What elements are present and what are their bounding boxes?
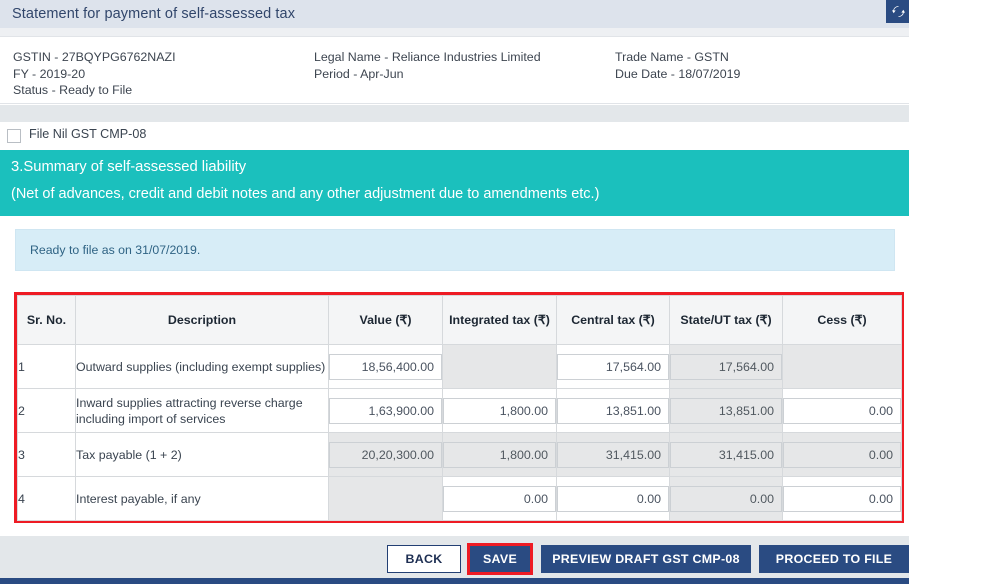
back-button[interactable]: BACK <box>387 545 461 573</box>
cell-cess: 0.00 <box>782 476 902 521</box>
info-trade-name: Trade Name - GSTN <box>615 50 729 64</box>
save-button-wrapper: SAVE <box>467 543 533 575</box>
cell-integrated-tax: 1,800.00 <box>442 432 557 477</box>
section-heading-banner: 3.Summary of self-assessed liability (Ne… <box>0 150 909 216</box>
col-cess: Cess (₹) <box>782 295 902 345</box>
cell-integrated-tax-disabled <box>442 344 557 389</box>
col-central-tax: Central tax (₹) <box>556 295 670 345</box>
status-notice-text: Ready to file as on 31/07/2019. <box>30 243 201 257</box>
table-body: 1 Outward supplies (including exempt supp… <box>17 344 902 521</box>
cell-sr-no: 4 <box>17 476 76 521</box>
info-legal-name: Legal Name - Reliance Industries Limited <box>314 50 541 64</box>
status-notice: Ready to file as on 31/07/2019. <box>15 229 895 271</box>
cell-integrated-tax: 0.00 <box>442 476 557 521</box>
cell-state-ut-tax: 0.00 <box>669 476 783 521</box>
nil-filing-row: File Nil GST CMP-08 <box>0 122 909 150</box>
readonly-integrated-tax: 1,800.00 <box>443 441 556 468</box>
col-integrated-tax: Integrated tax (₹) <box>442 295 557 345</box>
liability-table-container: Sr. No. Description Value (₹) Integrated… <box>14 292 904 523</box>
cell-sr-no: 3 <box>17 432 76 477</box>
col-sr-no: Sr. No. <box>17 295 76 345</box>
info-column-gstin: GSTIN - 27BQYPG6762NAZI FY - 2019-20 Sta… <box>13 49 176 99</box>
liability-table: Sr. No. Description Value (₹) Integrated… <box>17 295 902 521</box>
cell-central-tax: 0.00 <box>556 476 670 521</box>
readonly-cess: 0.00 <box>783 441 901 468</box>
section-subheading: (Net of advances, credit and debit notes… <box>11 186 600 202</box>
info-period: Period - Apr-Jun <box>314 66 404 81</box>
cell-state-ut-tax: 17,564.00 <box>669 344 783 389</box>
info-column-trade: Trade Name - GSTN Due Date - 18/07/2019 <box>615 49 740 82</box>
input-integrated-tax[interactable]: 1,800.00 <box>443 397 556 424</box>
input-integrated-tax[interactable]: 0.00 <box>443 485 556 512</box>
page-title: Statement for payment of self-assessed t… <box>12 6 296 22</box>
info-fy: FY - 2019-20 <box>13 66 86 81</box>
cell-cess-disabled <box>782 344 902 389</box>
readonly-state-ut-tax: 13,851.00 <box>670 397 782 424</box>
table-row: 3 Tax payable (1 + 2) 20,20,300.00 1,800.00… <box>17 432 902 477</box>
save-button[interactable]: SAVE <box>467 543 533 575</box>
cell-description: Interest payable, if any <box>75 476 329 521</box>
refresh-button[interactable] <box>886 0 910 23</box>
cell-central-tax: 17,564.00 <box>556 344 670 389</box>
cell-value: 20,20,300.00 <box>328 432 443 477</box>
cell-description: Outward supplies (including exempt suppl… <box>75 344 329 389</box>
cell-state-ut-tax: 13,851.00 <box>669 388 783 433</box>
cell-value: 18,56,400.00 <box>328 344 443 389</box>
col-description: Description <box>75 295 329 345</box>
table-row: 2 Inward supplies attracting reverse char… <box>17 388 902 433</box>
page-header: Statement for payment of self-assessed t… <box>0 0 909 28</box>
cell-state-ut-tax: 31,415.00 <box>669 432 783 477</box>
cell-value-disabled <box>328 476 443 521</box>
col-state-ut-tax: State/UT tax (₹) <box>669 295 783 345</box>
cell-central-tax: 13,851.00 <box>556 388 670 433</box>
preview-draft-button[interactable]: PREVIEW DRAFT GST CMP-08 <box>541 545 751 573</box>
footer-spacer <box>0 523 909 536</box>
col-value: Value (₹) <box>328 295 443 345</box>
file-nil-label: File Nil GST CMP-08 <box>29 127 147 141</box>
input-cess[interactable]: 0.00 <box>783 397 901 424</box>
cell-central-tax: 31,415.00 <box>556 432 670 477</box>
table-row: 4 Interest payable, if any 0.00 0.00 0.00 0.0… <box>17 476 902 521</box>
cell-sr-no: 2 <box>17 388 76 433</box>
section-divider <box>0 105 909 122</box>
cell-sr-no: 1 <box>17 344 76 389</box>
cell-description: Tax payable (1 + 2) <box>75 432 329 477</box>
cell-cess: 0.00 <box>782 388 902 433</box>
taxpayer-info-panel: GSTIN - 27BQYPG6762NAZI FY - 2019-20 Sta… <box>0 36 909 104</box>
info-gstin: GSTIN - 27BQYPG6762NAZI <box>13 50 176 64</box>
input-central-tax[interactable]: 13,851.00 <box>557 397 669 424</box>
cell-cess: 0.00 <box>782 432 902 477</box>
readonly-state-ut-tax: 31,415.00 <box>670 441 782 468</box>
cell-value: 1,63,900.00 <box>328 388 443 433</box>
info-due-date: Due Date - 18/07/2019 <box>615 66 741 81</box>
info-status: Status - Ready to File <box>13 83 133 97</box>
bottom-accent-bar <box>0 578 918 584</box>
footer-button-row: BACK SAVE PREVIEW DRAFT GST CMP-08 PROCE… <box>387 543 909 575</box>
footer-bar: BACK SAVE PREVIEW DRAFT GST CMP-08 PROCE… <box>0 536 909 578</box>
readonly-central-tax: 31,415.00 <box>557 441 669 468</box>
cell-description: Inward supplies attracting reverse charg… <box>75 388 329 433</box>
cell-integrated-tax: 1,800.00 <box>442 388 557 433</box>
input-value[interactable]: 1,63,900.00 <box>329 397 442 424</box>
readonly-state-ut-tax: 0.00 <box>670 485 782 512</box>
input-cess[interactable]: 0.00 <box>783 485 901 512</box>
table-row: 1 Outward supplies (including exempt supp… <box>17 344 902 389</box>
header-spacer <box>0 28 909 36</box>
input-central-tax[interactable]: 17,564.00 <box>557 353 669 380</box>
file-nil-checkbox[interactable] <box>7 129 21 143</box>
page-root: Statement for payment of self-assessed t… <box>0 0 1005 585</box>
table-header-row: Sr. No. Description Value (₹) Integrated… <box>17 295 902 345</box>
right-margin <box>909 0 1005 585</box>
input-value[interactable]: 18,56,400.00 <box>329 353 442 380</box>
section-heading: 3.Summary of self-assessed liability <box>11 159 247 175</box>
readonly-state-ut-tax: 17,564.00 <box>670 353 782 380</box>
proceed-to-file-button[interactable]: PROCEED TO FILE <box>759 545 909 573</box>
readonly-value: 20,20,300.00 <box>329 441 442 468</box>
info-column-legal: Legal Name - Reliance Industries Limited… <box>314 49 541 82</box>
input-central-tax[interactable]: 0.00 <box>557 485 669 512</box>
refresh-icon <box>891 5 905 18</box>
